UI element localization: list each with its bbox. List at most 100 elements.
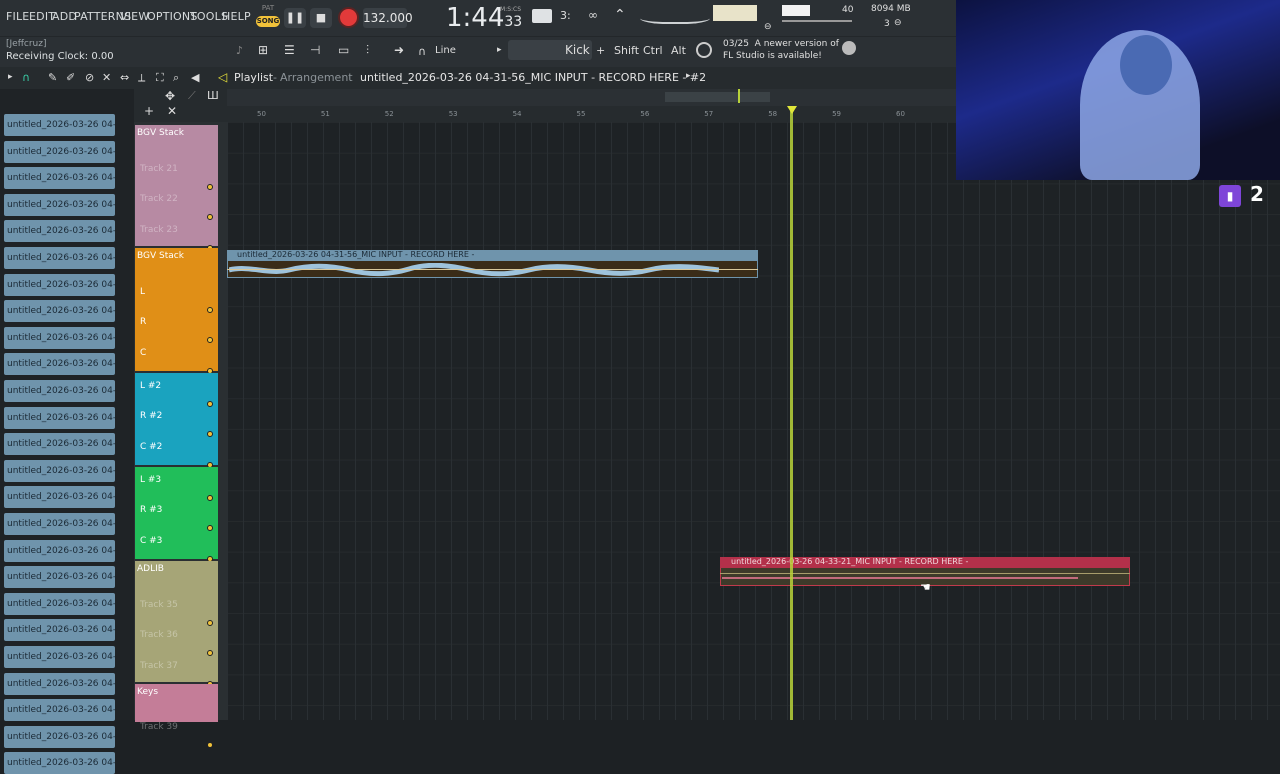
track-record-dot[interactable] xyxy=(207,306,213,313)
track-record-dot[interactable] xyxy=(207,400,213,407)
track-group[interactable] xyxy=(135,247,218,371)
track-label[interactable]: Track 39 xyxy=(140,722,178,732)
scroll-thumb[interactable] xyxy=(665,92,770,102)
browser-clip-item[interactable]: untitled_2026-03-26 04-... xyxy=(4,167,115,190)
playhead-marker[interactable] xyxy=(787,106,797,114)
mute-icon[interactable]: ✕ xyxy=(102,71,111,84)
track-label[interactable]: Track 21 xyxy=(140,164,178,174)
mic-icon[interactable]: ♪ xyxy=(236,44,243,57)
browser-clip-item[interactable]: untitled_2026-03-26 04-... xyxy=(4,672,115,695)
brush-icon[interactable]: ✐ xyxy=(66,71,75,84)
browser-clip-item[interactable]: untitled_2026-03-26 04-... xyxy=(4,247,115,269)
zoom-icon[interactable]: ⌕ xyxy=(173,71,179,85)
track-record-dot[interactable] xyxy=(207,619,213,626)
fl-fruit-icon[interactable] xyxy=(842,41,856,55)
update-notice-line1[interactable]: 03/25 A newer version of xyxy=(723,39,839,49)
browser-clip-item[interactable]: untitled_2026-03-26 04-... xyxy=(4,114,115,136)
typing-keyboard-icon[interactable] xyxy=(532,9,552,23)
channel-rack-icon[interactable]: ☰ xyxy=(284,43,295,57)
track-label[interactable]: L xyxy=(140,287,145,297)
browser-clip-item[interactable]: untitled_2026-03-26 04-... xyxy=(4,273,115,296)
track-record-dot[interactable] xyxy=(207,183,213,190)
news-icon[interactable] xyxy=(696,42,712,58)
track-label[interactable]: R #3 xyxy=(140,505,162,515)
step-edit-icon[interactable]: 3: xyxy=(560,9,571,22)
record-button[interactable] xyxy=(338,7,359,28)
metronome-icon[interactable]: ⌃ xyxy=(614,7,626,23)
track-label[interactable]: Track 37 xyxy=(140,661,178,671)
track-label[interactable]: Track 36 xyxy=(140,630,178,640)
browser-clip-item[interactable]: untitled_2026-03-26 04-... xyxy=(4,566,115,589)
chevron-right-icon[interactable]: ▸ xyxy=(686,71,691,81)
overview-scrollbar[interactable] xyxy=(227,89,956,106)
chevron-right-icon[interactable]: ▸ xyxy=(497,45,502,55)
delete-icon[interactable]: ⊘ xyxy=(85,71,94,84)
track-group-label[interactable]: Keys xyxy=(137,687,158,697)
playback-icon[interactable]: ◀ xyxy=(191,71,199,84)
browser-clip-item[interactable]: untitled_2026-03-26 04-... xyxy=(4,752,115,774)
track-label[interactable]: Track 35 xyxy=(140,600,178,610)
track-record-dot[interactable] xyxy=(207,494,213,501)
ctrl-key[interactable]: Ctrl xyxy=(643,44,663,57)
add-channel-icon[interactable]: + xyxy=(596,44,605,57)
track-label[interactable]: Track 22 xyxy=(140,194,178,204)
song-mode-toggle[interactable]: SONG xyxy=(256,16,280,27)
track-group-label[interactable]: BGV Stack xyxy=(137,251,184,261)
track-label[interactable]: R xyxy=(140,317,146,327)
menu-file[interactable]: FILE xyxy=(6,10,29,23)
browser-clip-item[interactable]: untitled_2026-03-26 04-... xyxy=(4,539,115,562)
track-label[interactable]: C xyxy=(140,348,146,358)
track-move-icon[interactable]: ✥ xyxy=(165,89,175,103)
track-label[interactable]: C #2 xyxy=(140,442,162,452)
track-label[interactable]: L #2 xyxy=(140,381,161,391)
master-volume-bar[interactable] xyxy=(782,5,810,16)
browser-clip-item[interactable]: untitled_2026-03-26 04-... xyxy=(4,433,115,456)
menu-view[interactable]: VIEW xyxy=(120,10,149,23)
playhead[interactable] xyxy=(790,106,793,720)
remove-track-icon[interactable]: ✕ xyxy=(167,104,177,118)
track-group-label[interactable]: BGV Stack xyxy=(137,128,184,138)
arrow-right-icon[interactable]: ➜ xyxy=(394,43,404,57)
playlist-view-name[interactable]: Arrangement xyxy=(280,71,353,84)
piano-roll-icon[interactable]: ⊣ xyxy=(310,43,320,57)
timeline-ruler[interactable] xyxy=(227,106,956,122)
mixer-icon[interactable]: ▭ xyxy=(338,43,349,57)
track-label[interactable]: R #2 xyxy=(140,411,162,421)
magnet-icon[interactable]: ∩ xyxy=(22,71,30,84)
piano-icon[interactable]: Ш xyxy=(207,89,219,102)
track-label[interactable]: L #3 xyxy=(140,475,161,485)
loop-record-icon[interactable]: ∞ xyxy=(588,8,598,22)
browser-clip-item[interactable]: untitled_2026-03-26 04-... xyxy=(4,459,115,482)
menu-help[interactable]: HELP xyxy=(222,10,251,23)
browser-clip-item[interactable]: untitled_2026-03-26 04-... xyxy=(4,193,115,216)
browser-clip-item[interactable]: untitled_2026-03-26 04-... xyxy=(4,646,115,668)
track-resize-icon[interactable]: ⟋ xyxy=(188,89,196,103)
browser-clip-item[interactable]: untitled_2026-03-26 04-... xyxy=(4,353,115,376)
browser-clip-item[interactable]: untitled_2026-03-26 04-... xyxy=(4,513,115,535)
update-notice-line2[interactable]: FL Studio is available! xyxy=(723,51,822,61)
browser-clip-item[interactable]: untitled_2026-03-26 04-... xyxy=(4,300,115,323)
track-label[interactable]: Track 23 xyxy=(140,225,178,235)
browser-clip-item[interactable]: untitled_2026-03-26 04-... xyxy=(4,220,115,243)
track-record-dot[interactable] xyxy=(207,742,213,749)
browser-clip-item[interactable]: untitled_2026-03-26 04-... xyxy=(4,699,115,722)
snap-mode-select[interactable]: Line xyxy=(435,45,456,56)
shift-key[interactable]: Shift xyxy=(614,44,639,57)
browser-clip-item[interactable]: untitled_2026-03-26 04-... xyxy=(4,406,115,429)
playlist-current-clip[interactable]: untitled_2026-03-26 04-31-56_MIC INPUT -… xyxy=(360,71,706,84)
browser-clip-item[interactable]: untitled_2026-03-26 04-... xyxy=(4,592,115,615)
playlist-grid[interactable] xyxy=(227,122,1280,720)
browser-clip-item[interactable]: untitled_2026-03-26 04-... xyxy=(4,326,115,349)
master-pitch-slider[interactable] xyxy=(782,20,852,22)
add-track-icon[interactable]: + xyxy=(144,104,154,118)
browser-clip-item[interactable]: untitled_2026-03-26 04-... xyxy=(4,140,115,163)
track-label[interactable]: C #3 xyxy=(140,536,162,546)
playlist-icon[interactable]: ⊞ xyxy=(258,43,268,57)
track-group-label[interactable]: ADLIB xyxy=(137,564,164,574)
slip-icon[interactable]: ⇔ xyxy=(120,71,129,84)
tempo-display[interactable]: 132.000 xyxy=(363,8,413,28)
master-pitch-icon[interactable]: ⊖ xyxy=(764,22,772,32)
select-icon[interactable]: ⛶ xyxy=(156,71,164,85)
pause-button[interactable]: ❚❚ xyxy=(284,8,306,28)
browser-clip-item[interactable]: untitled_2026-03-26 04-... xyxy=(4,380,115,402)
